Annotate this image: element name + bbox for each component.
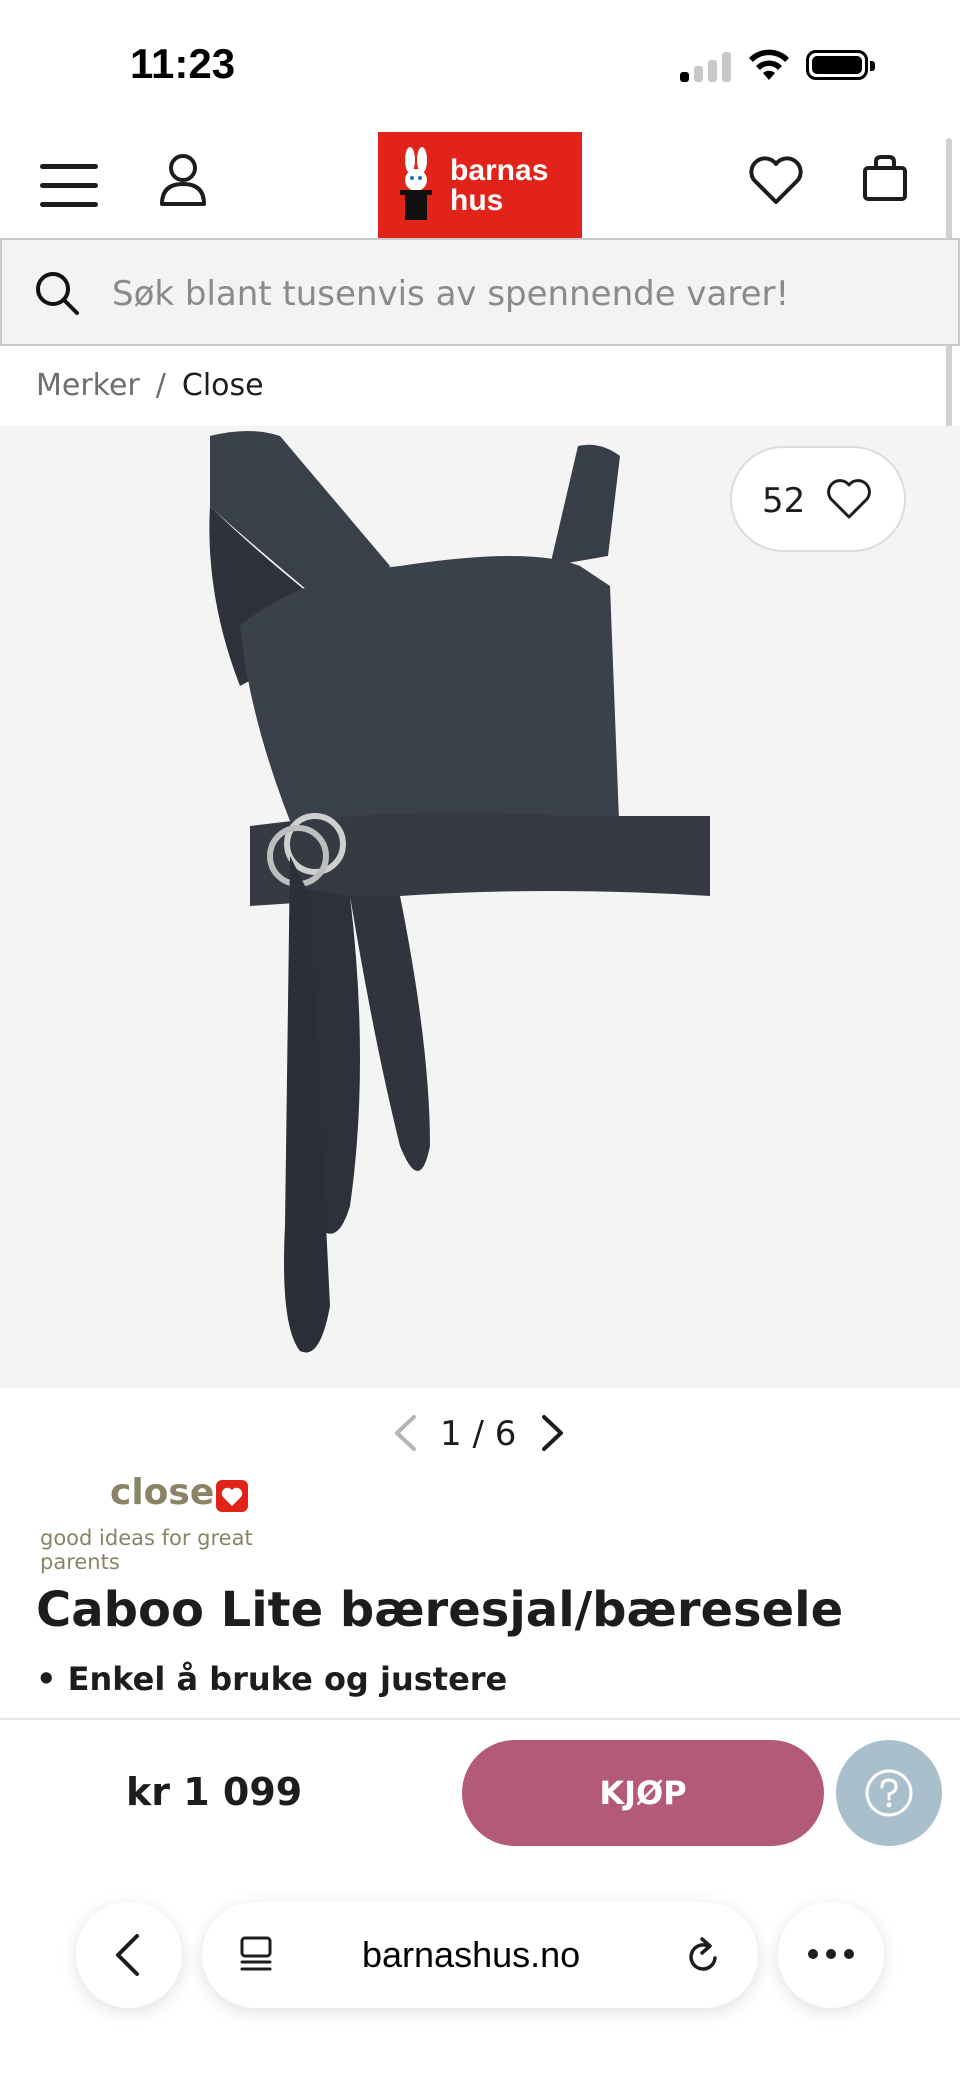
logo-text: barnas hus — [450, 154, 549, 217]
url-text[interactable]: barnashus.no — [362, 1934, 580, 1976]
question-icon — [865, 1769, 913, 1817]
product-gallery[interactable]: 52 — [0, 426, 960, 1388]
status-bar: 11:23 — [0, 0, 960, 120]
breadcrumb-link-merker[interactable]: Merker — [36, 368, 140, 403]
chevron-left-icon[interactable] — [392, 1414, 418, 1452]
breadcrumb: Merker / Close — [36, 368, 264, 403]
pager-indicator: 1 / 6 — [440, 1414, 517, 1454]
address-bar[interactable]: barnashus.no — [202, 1902, 758, 2008]
battery-icon — [806, 50, 875, 80]
tabs-icon[interactable] — [236, 1934, 276, 1974]
gallery-pager: 1 / 6 — [0, 1400, 960, 1470]
menu-icon[interactable] — [40, 164, 98, 210]
wifi-icon — [749, 49, 789, 80]
user-icon[interactable] — [158, 152, 208, 208]
breadcrumb-separator: / — [155, 368, 166, 403]
brand-tagline: good ideas for great parents — [40, 1526, 253, 1574]
wishlist-heart-icon[interactable] — [748, 156, 804, 206]
product-image[interactable] — [150, 426, 810, 1388]
site-header: barnas hus — [0, 120, 960, 238]
product-price: kr 1 099 — [126, 1770, 303, 1814]
buy-bar: kr 1 099 KJØP — [0, 1718, 960, 1854]
favorite-button[interactable]: 52 — [730, 446, 906, 552]
bunny-hat-icon — [400, 147, 432, 220]
product-title: Caboo Lite bæresjal/bæresele — [36, 1582, 844, 1638]
search-input[interactable]: Søk blant tusenvis av spennende varer! — [112, 274, 789, 314]
browser-toolbar: barnashus.no — [0, 1854, 960, 2081]
reload-icon[interactable] — [684, 1934, 724, 1976]
shopping-bag-icon[interactable] — [862, 154, 908, 202]
ellipsis-icon — [808, 1949, 854, 1959]
search-bar[interactable]: Søk blant tusenvis av spennende varer! — [0, 238, 960, 346]
browser-back-button[interactable] — [76, 1902, 182, 2008]
brand-name: close — [110, 1472, 215, 1513]
breadcrumb-current[interactable]: Close — [182, 368, 264, 403]
cellular-signal-icon — [680, 52, 732, 82]
buy-button[interactable]: KJØP — [462, 1740, 824, 1846]
chevron-right-icon[interactable] — [540, 1414, 566, 1452]
status-time: 11:23 — [130, 40, 236, 87]
site-logo[interactable]: barnas hus — [378, 132, 582, 238]
brand-heart-icon — [216, 1480, 248, 1512]
brand-logo[interactable]: close good ideas for great parents — [36, 1472, 336, 1574]
more-options-button[interactable] — [778, 1902, 884, 2008]
favorite-count: 52 — [762, 481, 806, 521]
chevron-left-icon — [116, 1934, 139, 1976]
favorite-heart-icon — [827, 479, 871, 519]
product-feature: • Enkel å bruke og justere — [36, 1660, 508, 1698]
help-button[interactable] — [836, 1740, 942, 1846]
page: 11:23 barnas hus Søk blant tusenvis av s… — [0, 0, 960, 2081]
search-icon — [36, 272, 79, 315]
